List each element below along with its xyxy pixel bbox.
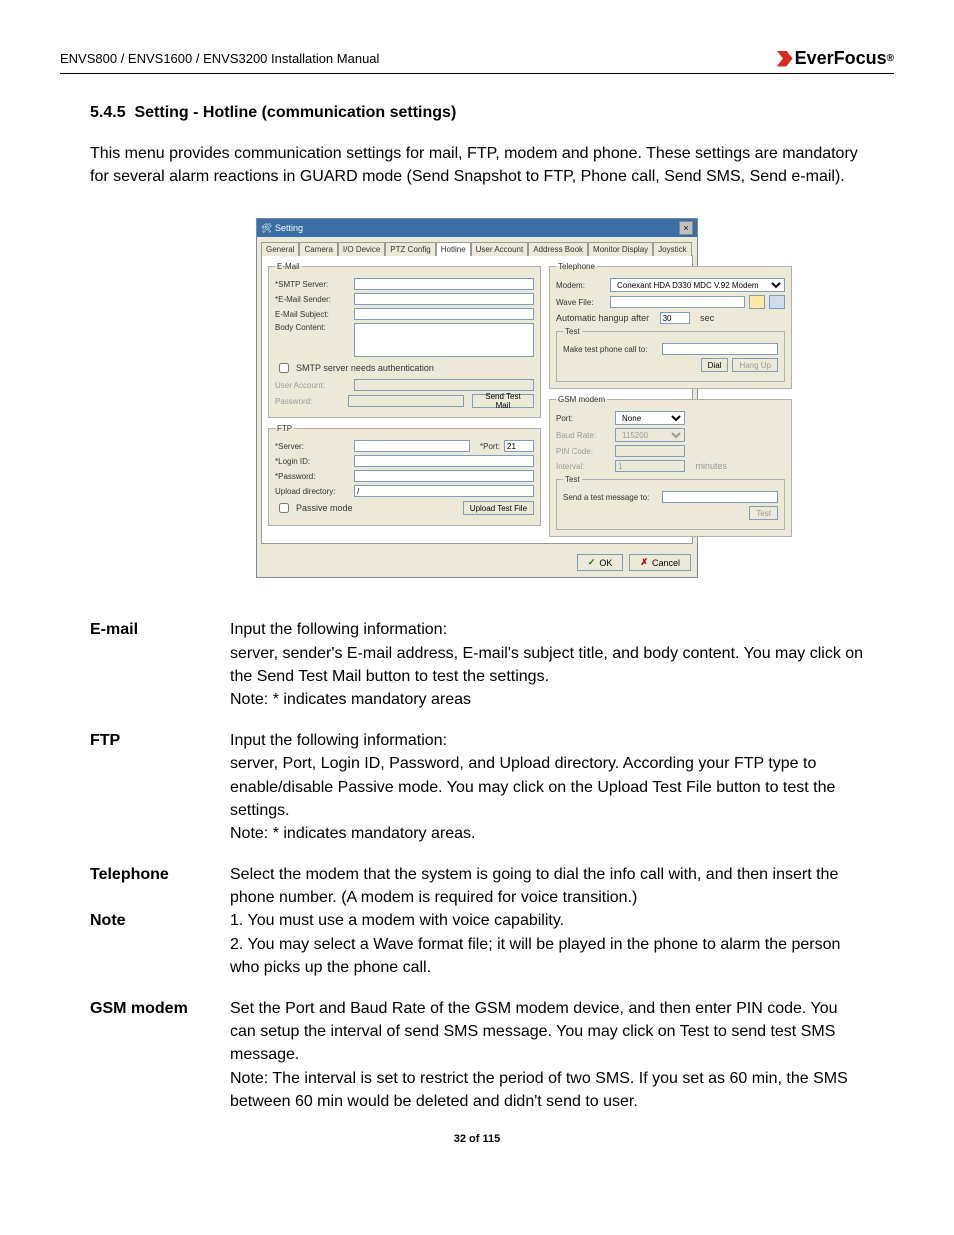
def-tel-body: Select the modem that the system is goin… — [230, 863, 864, 909]
hangup-button: Hang Up — [732, 358, 778, 372]
gsm-test-input[interactable] — [662, 491, 778, 503]
ftp-port-input[interactable] — [504, 440, 534, 452]
gsm-group: GSM modem Port:None Baud Rate:115200 PIN… — [549, 395, 792, 537]
hangup-seconds-input[interactable] — [660, 312, 690, 324]
def-ftp-term: FTP — [90, 729, 230, 752]
close-icon[interactable]: × — [679, 221, 693, 235]
wave-file-input[interactable] — [610, 296, 745, 308]
dialog-tabs: General Camera I/O Device PTZ Config Hot… — [257, 237, 697, 255]
ftp-group: FTP *Server:*Port: *Login ID: *Password:… — [268, 424, 541, 526]
tab-io[interactable]: I/O Device — [338, 242, 385, 256]
cancel-button[interactable]: ✗Cancel — [629, 554, 691, 571]
section-intro: This menu provides communication setting… — [90, 142, 864, 188]
tab-user[interactable]: User Account — [471, 242, 529, 256]
def-note-body: 1. You must use a modem with voice capab… — [230, 909, 864, 979]
manual-title: ENVS800 / ENVS1600 / ENVS3200 Installati… — [60, 51, 379, 66]
smtp-server-input[interactable] — [354, 278, 534, 290]
settings-dialog: 🛠 Setting × General Camera I/O Device PT… — [256, 218, 698, 578]
tab-ptz[interactable]: PTZ Config — [385, 242, 435, 256]
def-email-term: E-mail — [90, 618, 230, 641]
tab-joystick[interactable]: Joystick — [653, 242, 691, 256]
tab-camera[interactable]: Camera — [299, 242, 337, 256]
tab-hotline[interactable]: Hotline — [436, 242, 471, 256]
telephone-group: Telephone Modem:Conexant HDA D330 MDC V.… — [549, 262, 792, 389]
ftp-server-input[interactable] — [354, 440, 470, 452]
def-ftp-body: Input the following information: server,… — [230, 729, 864, 845]
modem-select[interactable]: Conexant HDA D330 MDC V.92 Modem — [610, 278, 785, 292]
logo-icon — [777, 51, 793, 67]
smtp-auth-checkbox[interactable] — [279, 363, 289, 373]
gsm-baud-select: 115200 — [615, 428, 685, 442]
passive-mode-checkbox[interactable] — [279, 503, 289, 513]
def-email-body: Input the following information: server,… — [230, 618, 864, 711]
email-subject-input[interactable] — [354, 308, 534, 320]
page-number: 32 of 115 — [90, 1133, 864, 1145]
smtp-pass-input — [348, 395, 464, 407]
ftp-login-input[interactable] — [354, 455, 534, 467]
def-tel-term: Telephone — [90, 863, 230, 886]
ftp-password-input[interactable] — [354, 470, 534, 482]
test-phone-input[interactable] — [662, 343, 778, 355]
gsm-pin-input — [615, 445, 685, 457]
def-gsm-body: Set the Port and Baud Rate of the GSM mo… — [230, 997, 864, 1113]
browse-icon[interactable] — [749, 295, 765, 309]
email-sender-input[interactable] — [354, 293, 534, 305]
gsm-test-button: Test — [749, 506, 778, 520]
section-heading: 5.4.5 Setting - Hotline (communication s… — [90, 104, 864, 122]
telephone-test-group: Test Make test phone call to: DialHang U… — [556, 327, 785, 382]
ok-button[interactable]: ✓OK — [577, 554, 624, 571]
def-note-term: Note — [90, 909, 230, 932]
email-body-input[interactable] — [354, 323, 534, 357]
gsm-test-group: Test Send a test message to: Test — [556, 475, 785, 530]
tab-monitor[interactable]: Monitor Display — [588, 242, 653, 256]
play-icon[interactable] — [769, 295, 785, 309]
upload-test-file-button[interactable]: Upload Test File — [463, 501, 534, 515]
dialog-titlebar: 🛠 Setting × — [257, 219, 697, 237]
gsm-port-select[interactable]: None — [615, 411, 685, 425]
smtp-user-input — [354, 379, 534, 391]
brand-logo: EverFocus® — [777, 48, 894, 69]
email-group: E-Mail *SMTP Server: *E-Mail Sender: E-M… — [268, 262, 541, 418]
ftp-upload-dir-input[interactable] — [354, 485, 534, 497]
gsm-interval-input — [615, 460, 685, 472]
tab-address[interactable]: Address Book — [528, 242, 588, 256]
dial-button[interactable]: Dial — [701, 358, 729, 372]
def-gsm-term: GSM modem — [90, 997, 230, 1020]
send-test-mail-button[interactable]: Send Test Mail — [472, 394, 534, 408]
tab-general[interactable]: General — [261, 242, 299, 256]
